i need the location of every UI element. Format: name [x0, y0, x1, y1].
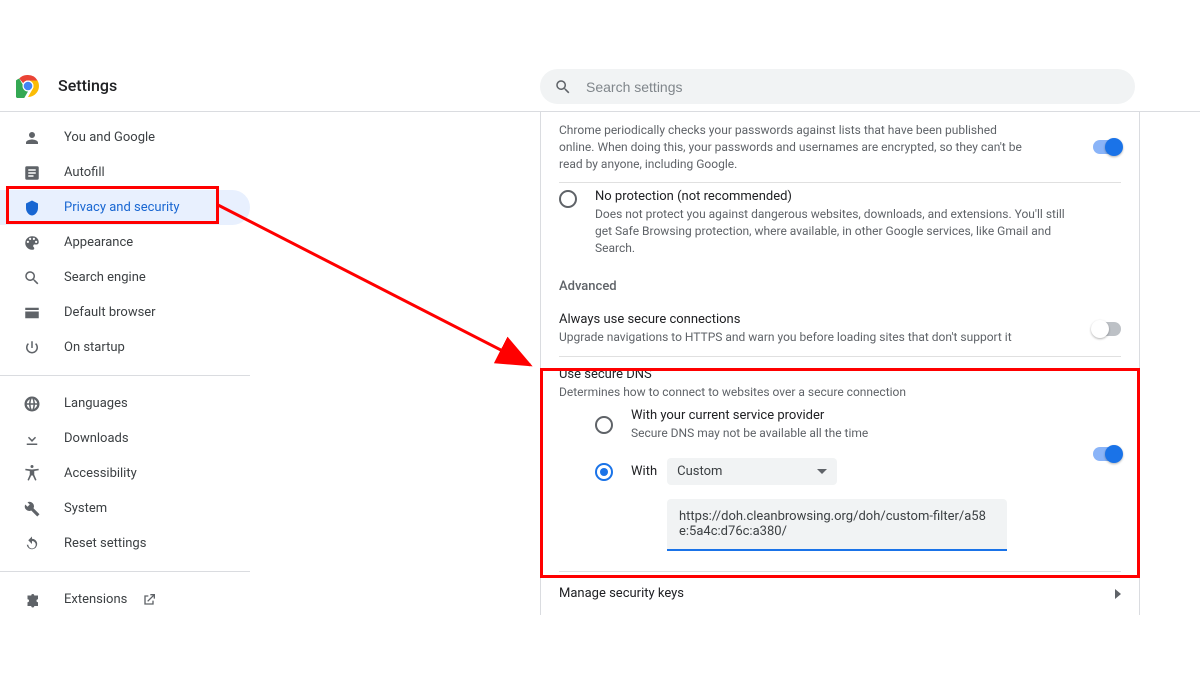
- chevron-down-icon: [817, 467, 827, 477]
- radio-icon: [595, 416, 613, 434]
- password-check-toggle[interactable]: [1093, 140, 1121, 154]
- sidebar-item-privacy-and-security[interactable]: Privacy and security: [0, 190, 250, 225]
- shield-icon: [22, 198, 42, 218]
- secure-dns-current-title: With your current service provider: [631, 408, 868, 423]
- sidebar-item-label: Downloads: [64, 431, 129, 446]
- sidebar-item-autofill[interactable]: Autofill: [0, 155, 250, 190]
- no-protection-title: No protection (not recommended): [595, 189, 1065, 204]
- secure-dns-row: Use secure DNS Determines how to connect…: [559, 356, 1121, 552]
- always-secure-description: Upgrade navigations to HTTPS and warn yo…: [559, 329, 1029, 346]
- wrench-icon: [22, 499, 42, 519]
- external-link-icon: [141, 592, 157, 608]
- chrome-logo-icon: [16, 74, 40, 98]
- search-icon: [22, 268, 42, 288]
- always-secure-toggle[interactable]: [1093, 322, 1121, 336]
- search-settings-field[interactable]: [540, 69, 1135, 104]
- download-icon: [22, 429, 42, 449]
- person-icon: [22, 128, 42, 148]
- always-secure-row: Always use secure connections Upgrade na…: [559, 302, 1121, 356]
- sidebar-item-label: Reset settings: [64, 536, 146, 551]
- extension-icon: [22, 590, 42, 610]
- accessibility-icon: [22, 464, 42, 484]
- sidebar-item-extensions[interactable]: Extensions: [0, 582, 250, 617]
- sidebar-item-label: Privacy and security: [64, 200, 180, 215]
- search-input[interactable]: [586, 79, 1121, 95]
- secure-dns-current-sub: Secure DNS may not be available all the …: [631, 425, 868, 442]
- sidebar-item-appearance[interactable]: Appearance: [0, 225, 250, 260]
- secure-dns-provider-dropdown[interactable]: Custom: [667, 458, 837, 485]
- search-icon: [554, 78, 572, 96]
- sidebar-item-label: Search engine: [64, 270, 146, 285]
- power-icon: [22, 338, 42, 358]
- radio-icon: [595, 463, 613, 481]
- settings-sidebar: You and Google Autofill Privacy and secu…: [0, 112, 250, 625]
- secure-dns-description: Determines how to connect to websites ov…: [559, 384, 1029, 401]
- sidebar-item-system[interactable]: System: [0, 491, 250, 526]
- sidebar-item-label: Extensions: [64, 592, 127, 607]
- password-check-row: Chrome periodically checks your password…: [559, 112, 1121, 182]
- no-protection-option[interactable]: No protection (not recommended) Does not…: [559, 182, 1121, 262]
- sidebar-divider: [0, 571, 250, 572]
- sidebar-item-label: Appearance: [64, 235, 133, 250]
- sidebar-item-languages[interactable]: Languages: [0, 386, 250, 421]
- chevron-right-icon: [1115, 589, 1121, 599]
- sidebar-item-label: Languages: [64, 396, 128, 411]
- no-protection-description: Does not protect you against dangerous w…: [595, 206, 1065, 256]
- secure-dns-toggle[interactable]: [1093, 447, 1121, 461]
- sidebar-item-label: Autofill: [64, 165, 105, 180]
- sidebar-item-search-engine[interactable]: Search engine: [0, 260, 250, 295]
- sidebar-item-label: On startup: [64, 340, 125, 355]
- secure-dns-option-current-provider[interactable]: With your current service provider Secur…: [595, 400, 1121, 450]
- sidebar-item-accessibility[interactable]: Accessibility: [0, 456, 250, 491]
- radio-icon: [559, 190, 577, 208]
- secure-dns-with-label: With: [631, 464, 657, 479]
- sidebar-item-default-browser[interactable]: Default browser: [0, 295, 250, 330]
- sidebar-item-reset-settings[interactable]: Reset settings: [0, 526, 250, 561]
- reset-icon: [22, 534, 42, 554]
- annotation-arrow: [214, 195, 554, 385]
- secure-dns-option-custom[interactable]: With Custom: [595, 450, 1121, 493]
- sidebar-item-label: Default browser: [64, 305, 156, 320]
- sidebar-item-downloads[interactable]: Downloads: [0, 421, 250, 456]
- page-title: Settings: [58, 76, 117, 95]
- always-secure-title: Always use secure connections: [559, 312, 1121, 327]
- autofill-icon: [22, 163, 42, 183]
- sidebar-item-label: Accessibility: [64, 466, 137, 481]
- dropdown-selected-value: Custom: [677, 464, 722, 479]
- manage-security-keys-label: Manage security keys: [559, 586, 684, 601]
- sidebar-item-label: System: [64, 501, 107, 516]
- secure-dns-custom-url-input[interactable]: https://doh.cleanbrowsing.org/doh/custom…: [667, 499, 1007, 551]
- settings-content: Chrome periodically checks your password…: [540, 112, 1140, 615]
- browser-icon: [22, 303, 42, 323]
- manage-security-keys-row[interactable]: Manage security keys: [559, 571, 1121, 615]
- sidebar-item-label: You and Google: [64, 130, 155, 145]
- palette-icon: [22, 233, 42, 253]
- globe-icon: [22, 394, 42, 414]
- password-check-description: Chrome periodically checks your password…: [559, 122, 1029, 172]
- sidebar-item-you-and-google[interactable]: You and Google: [0, 120, 250, 155]
- sidebar-item-on-startup[interactable]: On startup: [0, 330, 250, 365]
- secure-dns-title: Use secure DNS: [559, 367, 1121, 382]
- advanced-section-label: Advanced: [559, 279, 1121, 294]
- sidebar-divider: [0, 375, 250, 376]
